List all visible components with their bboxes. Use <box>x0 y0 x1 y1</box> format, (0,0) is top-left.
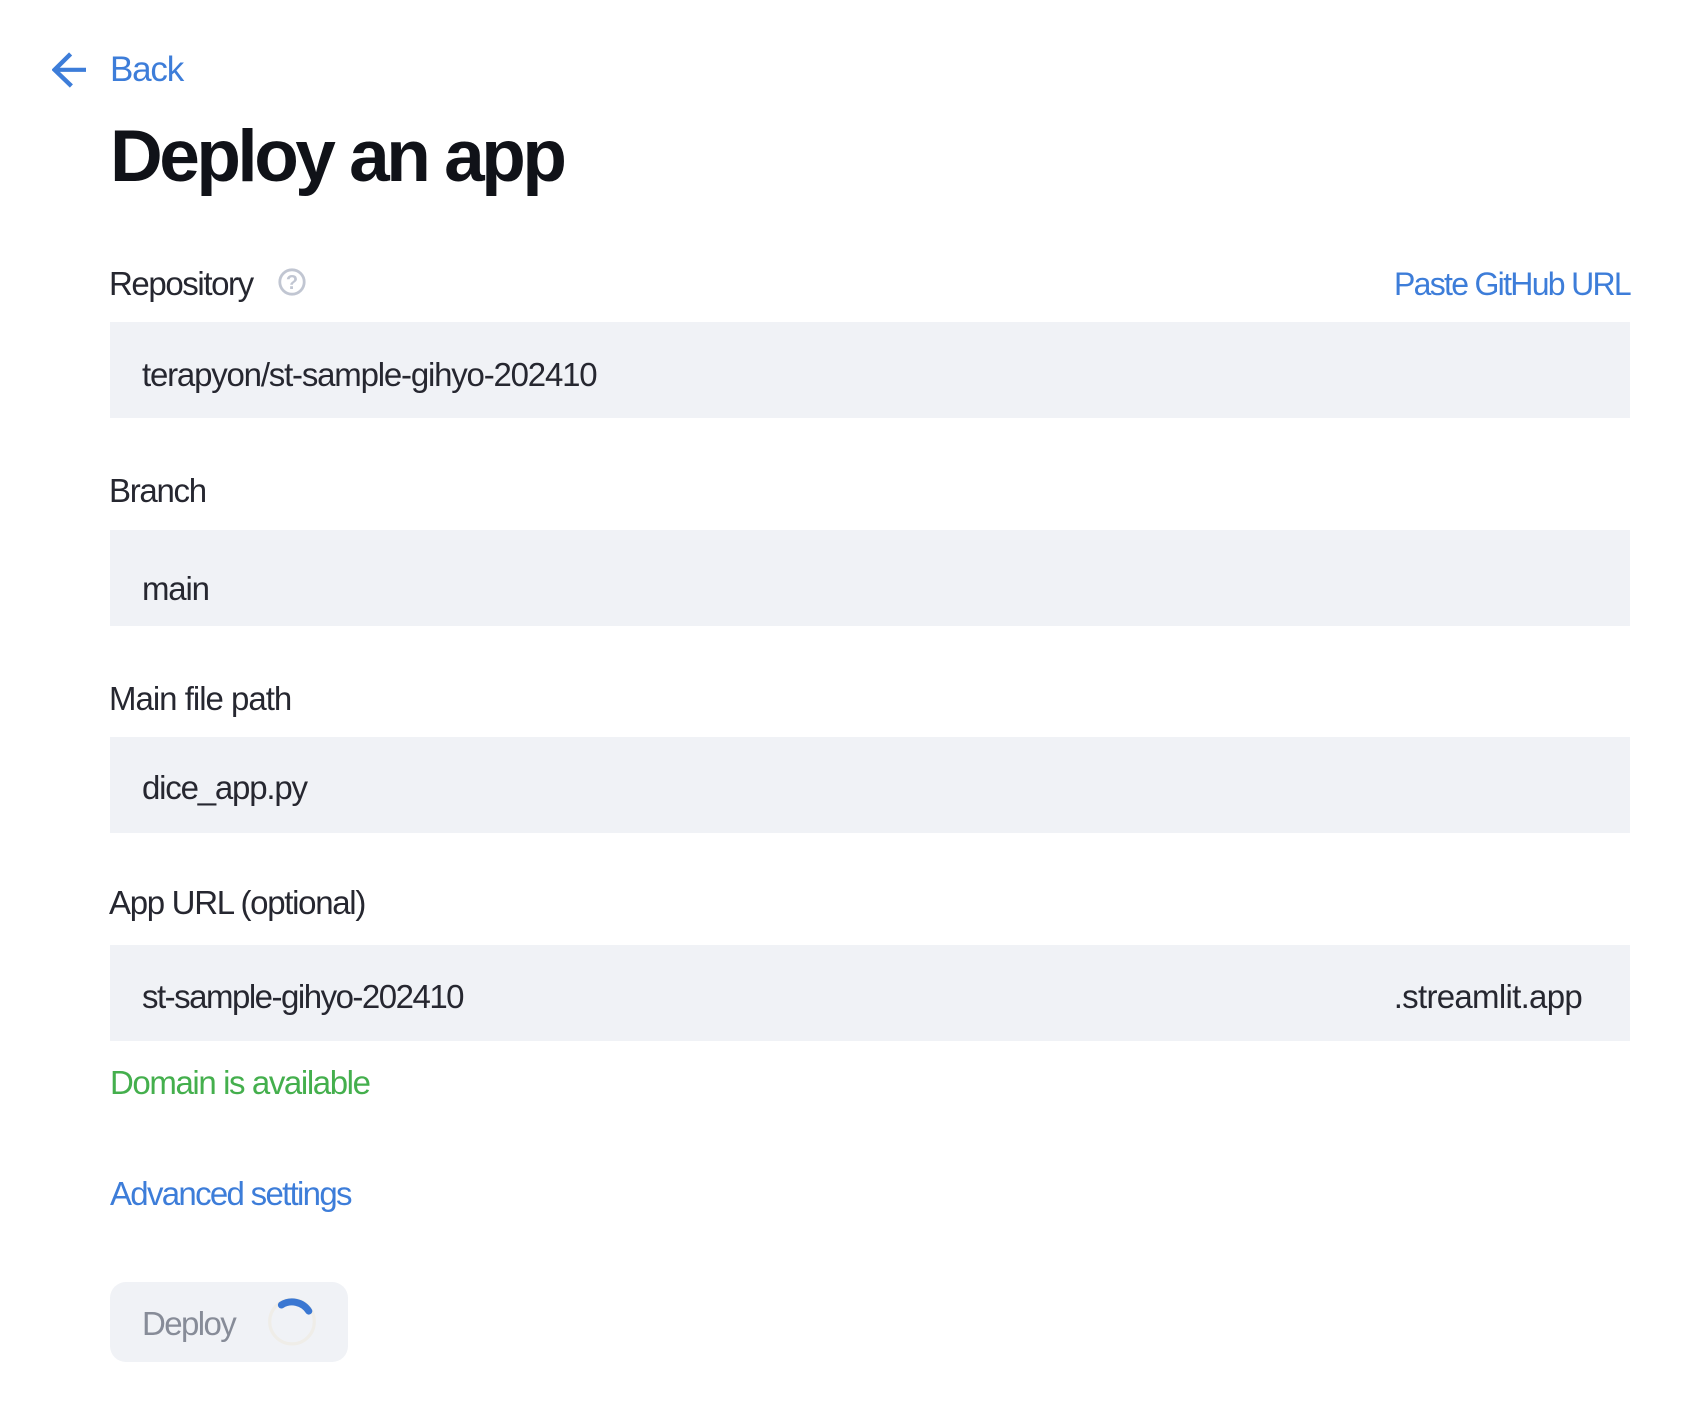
svg-text:?: ? <box>286 272 298 294</box>
